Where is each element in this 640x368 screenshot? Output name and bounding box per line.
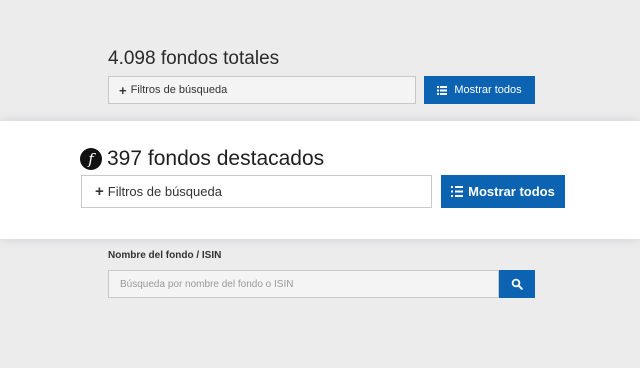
list-icon <box>451 186 464 197</box>
total-funds-section: 4.098 fondos totales + Filtros de búsque… <box>108 48 538 104</box>
featured-funds-heading: f 397 fondos destacados <box>80 146 324 172</box>
total-show-all-label: Mostrar todos <box>454 84 522 96</box>
total-filters-label: Filtros de búsqueda <box>130 84 228 96</box>
fund-search-input[interactable] <box>108 270 499 298</box>
plus-icon: + <box>119 82 127 98</box>
featured-show-all-button[interactable]: Mostrar todos <box>441 175 565 208</box>
list-icon <box>437 85 448 95</box>
featured-funds-title: 397 fondos destacados <box>107 147 325 170</box>
total-show-all-button[interactable]: Mostrar todos <box>424 76 535 104</box>
featured-filters-toggle[interactable]: + Filtros de búsqueda <box>81 175 432 208</box>
plus-icon: + <box>95 183 104 200</box>
featured-show-all-label: Mostrar todos <box>468 184 555 199</box>
total-funds-title: 4.098 fondos totales <box>108 48 280 69</box>
total-filters-toggle[interactable]: + Filtros de búsqueda <box>108 76 416 104</box>
search-icon <box>511 278 523 290</box>
fund-logo-icon: f <box>80 148 102 170</box>
featured-funds-panel: f 397 fondos destacados + Filtros de bús… <box>0 121 640 239</box>
featured-filters-label: Filtros de búsqueda <box>107 184 222 199</box>
search-label: Nombre del fondo / ISIN <box>108 250 222 261</box>
total-funds-controls: + Filtros de búsqueda Mostrar todos <box>108 76 538 104</box>
search-button[interactable] <box>499 270 535 298</box>
